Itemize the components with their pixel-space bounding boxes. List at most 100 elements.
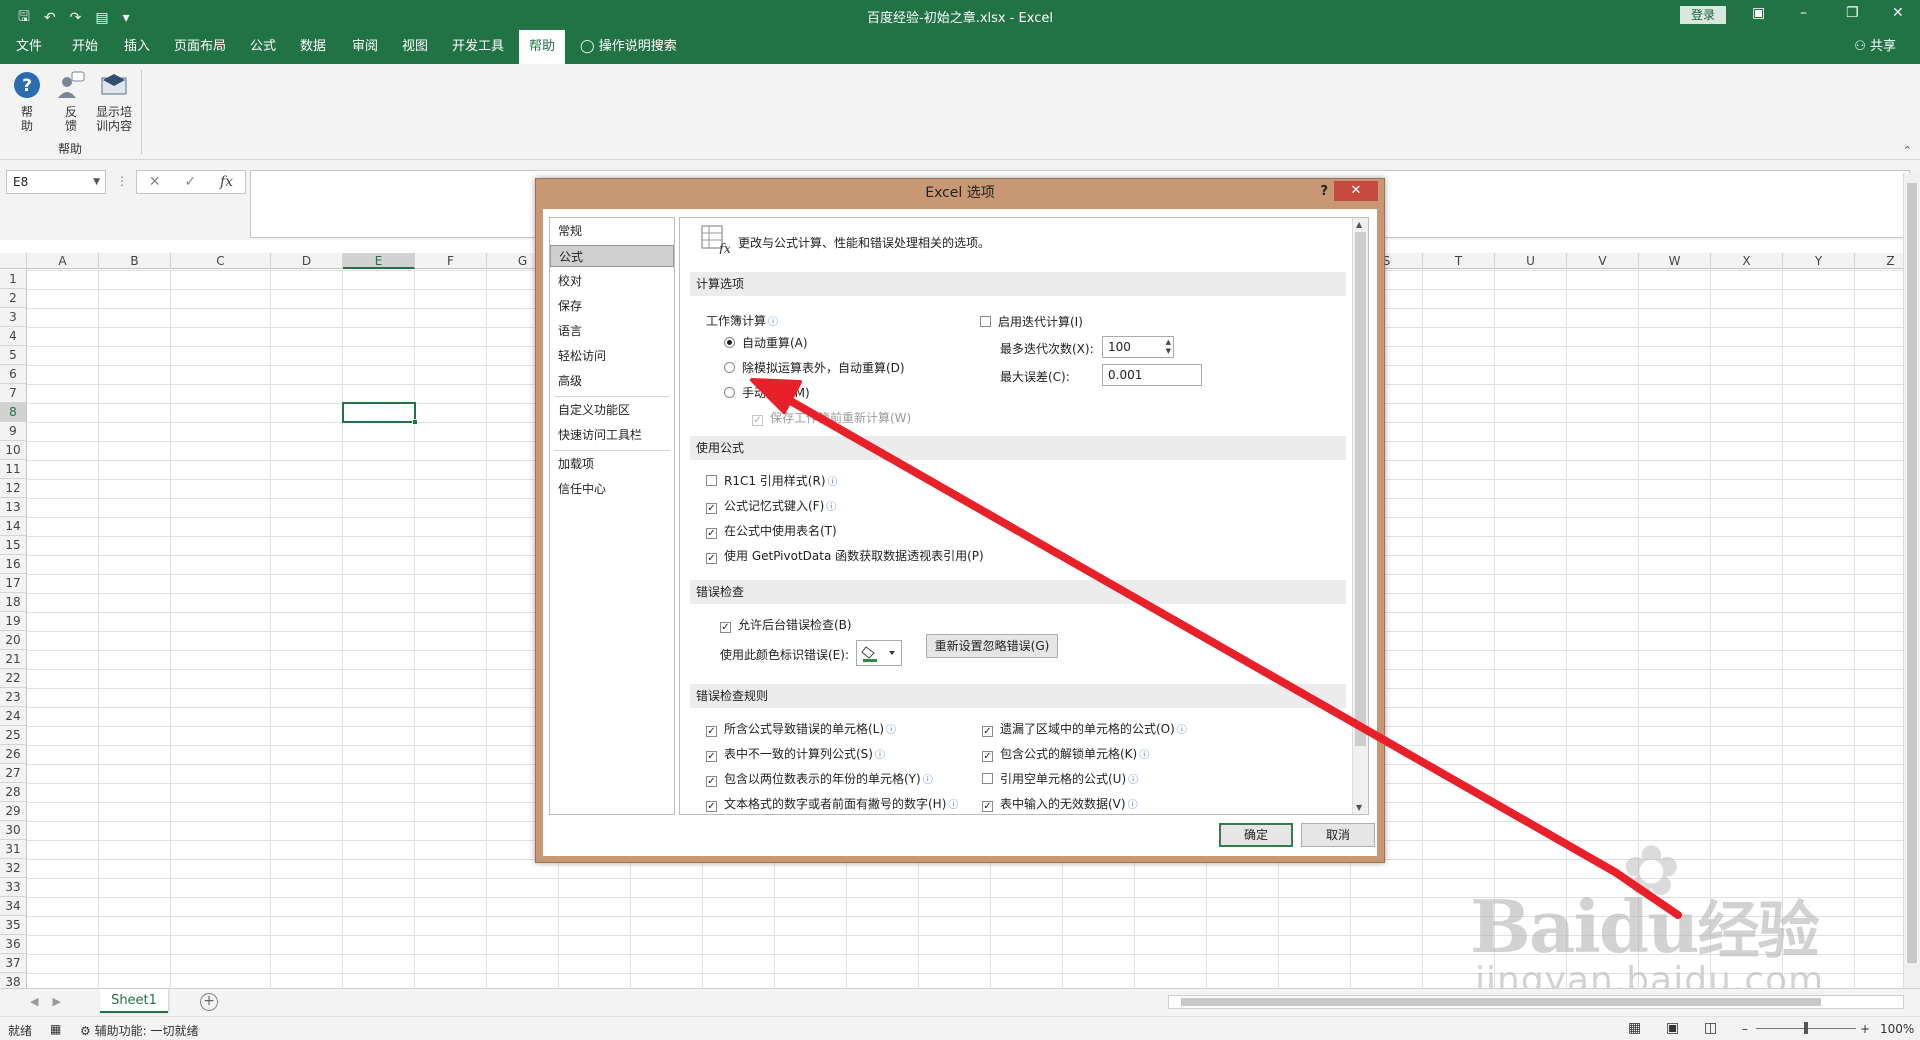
- row-header-28[interactable]: 28: [0, 783, 27, 802]
- row-header-22[interactable]: 22: [0, 669, 27, 688]
- ok-button[interactable]: 确定: [1219, 823, 1293, 847]
- add-sheet-icon[interactable]: +: [200, 993, 218, 1011]
- enter-icon[interactable]: ✓: [184, 174, 196, 190]
- scroll-down-icon[interactable]: ▼: [1356, 803, 1362, 812]
- nav-addins[interactable]: 加载项: [550, 453, 674, 475]
- accessibility-status[interactable]: ⚙ 辅助功能: 一切就绪: [80, 1022, 198, 1039]
- collapse-ribbon-icon[interactable]: ⌃: [1903, 144, 1912, 157]
- checkbox-r1c1[interactable]: R1C1 引用样式(R) ⓘ: [706, 472, 838, 489]
- nav-language[interactable]: 语言: [550, 320, 674, 342]
- column-header-a[interactable]: A: [27, 253, 99, 269]
- zoom-out-icon[interactable]: –: [1742, 1022, 1748, 1036]
- nav-quick-access[interactable]: 快速访问工具栏: [550, 424, 674, 446]
- row-header-19[interactable]: 19: [0, 612, 27, 631]
- sheet-tab[interactable]: Sheet1: [100, 989, 168, 1013]
- row-header-2[interactable]: 2: [0, 289, 27, 308]
- hscroll-thumb[interactable]: [1181, 998, 1821, 1006]
- row-header-30[interactable]: 30: [0, 821, 27, 840]
- checkbox-rule-unlocked-formulas[interactable]: ✓ 包含公式的解锁单元格(K) ⓘ: [982, 745, 1149, 762]
- nav-formulas[interactable]: 公式: [550, 245, 674, 267]
- insert-function-icon[interactable]: fx: [220, 174, 233, 190]
- nav-customize-ribbon[interactable]: 自定义功能区: [550, 399, 674, 421]
- checkbox-recalc-before-save[interactable]: ✓ 保存工作簿前重新计算(W): [752, 409, 911, 426]
- nav-save[interactable]: 保存: [550, 295, 674, 317]
- checkbox-rule-text-numbers[interactable]: ✓ 文本格式的数字或者前面有撇号的数字(H) ⓘ: [706, 795, 958, 812]
- row-header-20[interactable]: 20: [0, 631, 27, 650]
- close-icon[interactable]: ✕: [1334, 181, 1378, 201]
- nav-advanced[interactable]: 高级: [550, 370, 674, 392]
- nav-accessibility[interactable]: 轻松访问: [550, 345, 674, 367]
- tab-insert[interactable]: 插入: [124, 30, 150, 64]
- row-header-25[interactable]: 25: [0, 726, 27, 745]
- checkbox-enable-iterative[interactable]: 启用迭代计算(I): [980, 313, 1083, 330]
- max-change-input[interactable]: 0.001: [1102, 364, 1202, 386]
- tab-view[interactable]: 视图: [402, 30, 428, 64]
- checkbox-rule-empty-cells[interactable]: 引用空单元格的公式(U) ⓘ: [982, 770, 1138, 787]
- close-icon[interactable]: ✕: [1892, 5, 1904, 21]
- select-all-corner[interactable]: [0, 253, 27, 269]
- row-header-13[interactable]: 13: [0, 498, 27, 517]
- horizontal-scrollbar[interactable]: [1168, 995, 1904, 1009]
- row-header-27[interactable]: 27: [0, 764, 27, 783]
- column-header-y[interactable]: Y: [1783, 253, 1855, 269]
- sheet-nav-icons[interactable]: ◀▶: [30, 995, 75, 1008]
- name-box[interactable]: E8 ▼: [6, 170, 106, 194]
- nav-trust-center[interactable]: 信任中心: [550, 478, 674, 500]
- column-header-b[interactable]: B: [99, 253, 171, 269]
- show-training-button[interactable]: 显示培 训内容: [94, 70, 134, 133]
- row-header-10[interactable]: 10: [0, 441, 27, 460]
- checkbox-rule-invalid-data[interactable]: ✓ 表中输入的无效数据(V) ⓘ: [982, 795, 1138, 812]
- tab-home[interactable]: 开始: [72, 30, 98, 64]
- selected-cell[interactable]: [342, 402, 418, 425]
- checkbox-rule-inconsistent-column[interactable]: ✓ 表中不一致的计算列公式(S) ⓘ: [706, 745, 885, 762]
- macro-record-icon[interactable]: ▦: [50, 1022, 61, 1036]
- reset-ignored-errors-button[interactable]: 重新设置忽略错误(G): [926, 634, 1058, 658]
- cancel-icon[interactable]: ✕: [149, 174, 161, 190]
- checkbox-getpivotdata[interactable]: ✓ 使用 GetPivotData 函数获取数据透视表引用(P): [706, 547, 984, 564]
- page-break-view-icon[interactable]: ◫: [1704, 1020, 1717, 1036]
- checkbox-background-error-check[interactable]: ✓ 允许后台错误检查(B): [720, 616, 852, 633]
- checkbox-table-names[interactable]: ✓ 在公式中使用表名(T): [706, 522, 837, 539]
- radio-manual-calc[interactable]: 手动重算(M): [724, 384, 810, 401]
- tab-help[interactable]: 帮助: [519, 30, 566, 64]
- zoom-level[interactable]: 100%: [1880, 1022, 1914, 1036]
- zoom-in-icon[interactable]: +: [1860, 1022, 1870, 1036]
- row-header-12[interactable]: 12: [0, 479, 27, 498]
- row-header-3[interactable]: 3: [0, 308, 27, 327]
- row-header-24[interactable]: 24: [0, 707, 27, 726]
- column-header-u[interactable]: U: [1495, 253, 1567, 269]
- normal-view-icon[interactable]: ▦: [1628, 1020, 1641, 1036]
- column-header-f[interactable]: F: [415, 253, 487, 269]
- row-header-16[interactable]: 16: [0, 555, 27, 574]
- column-header-e[interactable]: E: [343, 253, 415, 269]
- tab-formulas[interactable]: 公式: [250, 30, 276, 64]
- row-header-32[interactable]: 32: [0, 859, 27, 878]
- options-scrollbar[interactable]: ▲ ▼: [1352, 218, 1368, 814]
- row-header-9[interactable]: 9: [0, 422, 27, 441]
- row-header-36[interactable]: 36: [0, 935, 27, 954]
- login-button[interactable]: 登录: [1680, 6, 1726, 24]
- help-button[interactable]: ? 帮 助: [12, 70, 42, 133]
- tab-developer[interactable]: 开发工具: [452, 30, 504, 64]
- column-header-w[interactable]: W: [1639, 253, 1711, 269]
- tab-review[interactable]: 审阅: [352, 30, 378, 64]
- column-header-t[interactable]: T: [1423, 253, 1495, 269]
- row-header-7[interactable]: 7: [0, 384, 27, 403]
- checkbox-rule-errors[interactable]: ✓ 所含公式导致错误的单元格(L) ⓘ: [706, 720, 896, 737]
- nav-general[interactable]: 常规: [550, 220, 674, 242]
- feedback-button[interactable]: 反 馈: [54, 70, 88, 133]
- help-icon[interactable]: ?: [1320, 184, 1328, 199]
- minimize-icon[interactable]: –: [1800, 5, 1807, 21]
- tab-file[interactable]: 文件: [16, 30, 42, 64]
- options-scroll-thumb[interactable]: [1355, 232, 1366, 746]
- radio-auto-except-tables[interactable]: 除模拟运算表外，自动重算(D): [724, 359, 905, 376]
- row-header-37[interactable]: 37: [0, 954, 27, 973]
- row-header-21[interactable]: 21: [0, 650, 27, 669]
- row-header-17[interactable]: 17: [0, 574, 27, 593]
- column-header-v[interactable]: V: [1567, 253, 1639, 269]
- ribbon-display-icon[interactable]: ▣: [1752, 5, 1765, 21]
- row-header-34[interactable]: 34: [0, 897, 27, 916]
- nav-proofing[interactable]: 校对: [550, 270, 674, 292]
- checkbox-rule-two-digit-years[interactable]: ✓ 包含以两位数表示的年份的单元格(Y) ⓘ: [706, 770, 933, 787]
- page-layout-view-icon[interactable]: ▣: [1666, 1020, 1679, 1036]
